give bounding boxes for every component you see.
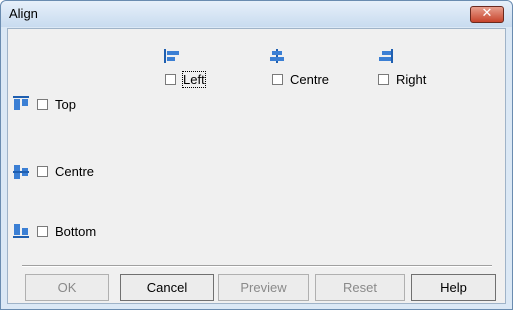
- align-vcentre-icon: [13, 165, 29, 179]
- window-title: Align: [9, 6, 38, 21]
- preview-label: Preview: [240, 280, 287, 295]
- align-right-icon: [379, 49, 393, 63]
- left-label[interactable]: Left: [182, 71, 206, 88]
- left-checkbox[interactable]: [165, 74, 176, 85]
- align-top-icon: [13, 96, 29, 110]
- bottom-checkbox[interactable]: [37, 226, 48, 237]
- top-checkbox[interactable]: [37, 99, 48, 110]
- vcentre-checkbox[interactable]: [37, 166, 48, 177]
- dialog-body: Left Centre Right Top Centre Bottom OK C…: [7, 28, 506, 304]
- separator: [22, 265, 492, 267]
- vcentre-label[interactable]: Centre: [55, 164, 94, 179]
- close-button[interactable]: ✕: [470, 6, 504, 23]
- cancel-button[interactable]: Cancel: [120, 274, 214, 301]
- align-hcentre-icon: [270, 49, 284, 63]
- close-icon: ✕: [481, 6, 493, 21]
- cancel-label: Cancel: [146, 280, 188, 295]
- align-left-icon: [164, 49, 179, 63]
- reset-button[interactable]: Reset: [315, 274, 405, 301]
- preview-button[interactable]: Preview: [218, 274, 309, 301]
- ok-label: OK: [57, 280, 77, 295]
- hcentre-label[interactable]: Centre: [290, 72, 329, 87]
- align-bottom-icon: [13, 224, 29, 238]
- top-label[interactable]: Top: [55, 97, 76, 112]
- help-button[interactable]: Help: [411, 274, 496, 301]
- reset-label: Reset: [343, 280, 377, 295]
- right-checkbox[interactable]: [378, 74, 389, 85]
- ok-button[interactable]: OK: [25, 274, 109, 301]
- hcentre-checkbox[interactable]: [272, 74, 283, 85]
- title-bar[interactable]: Align ✕: [1, 1, 512, 27]
- align-dialog: Align ✕ Left Centre Right Top Centre Bot…: [0, 0, 513, 310]
- bottom-label[interactable]: Bottom: [55, 224, 96, 239]
- right-label[interactable]: Right: [396, 72, 426, 87]
- help-label: Help: [440, 280, 467, 295]
